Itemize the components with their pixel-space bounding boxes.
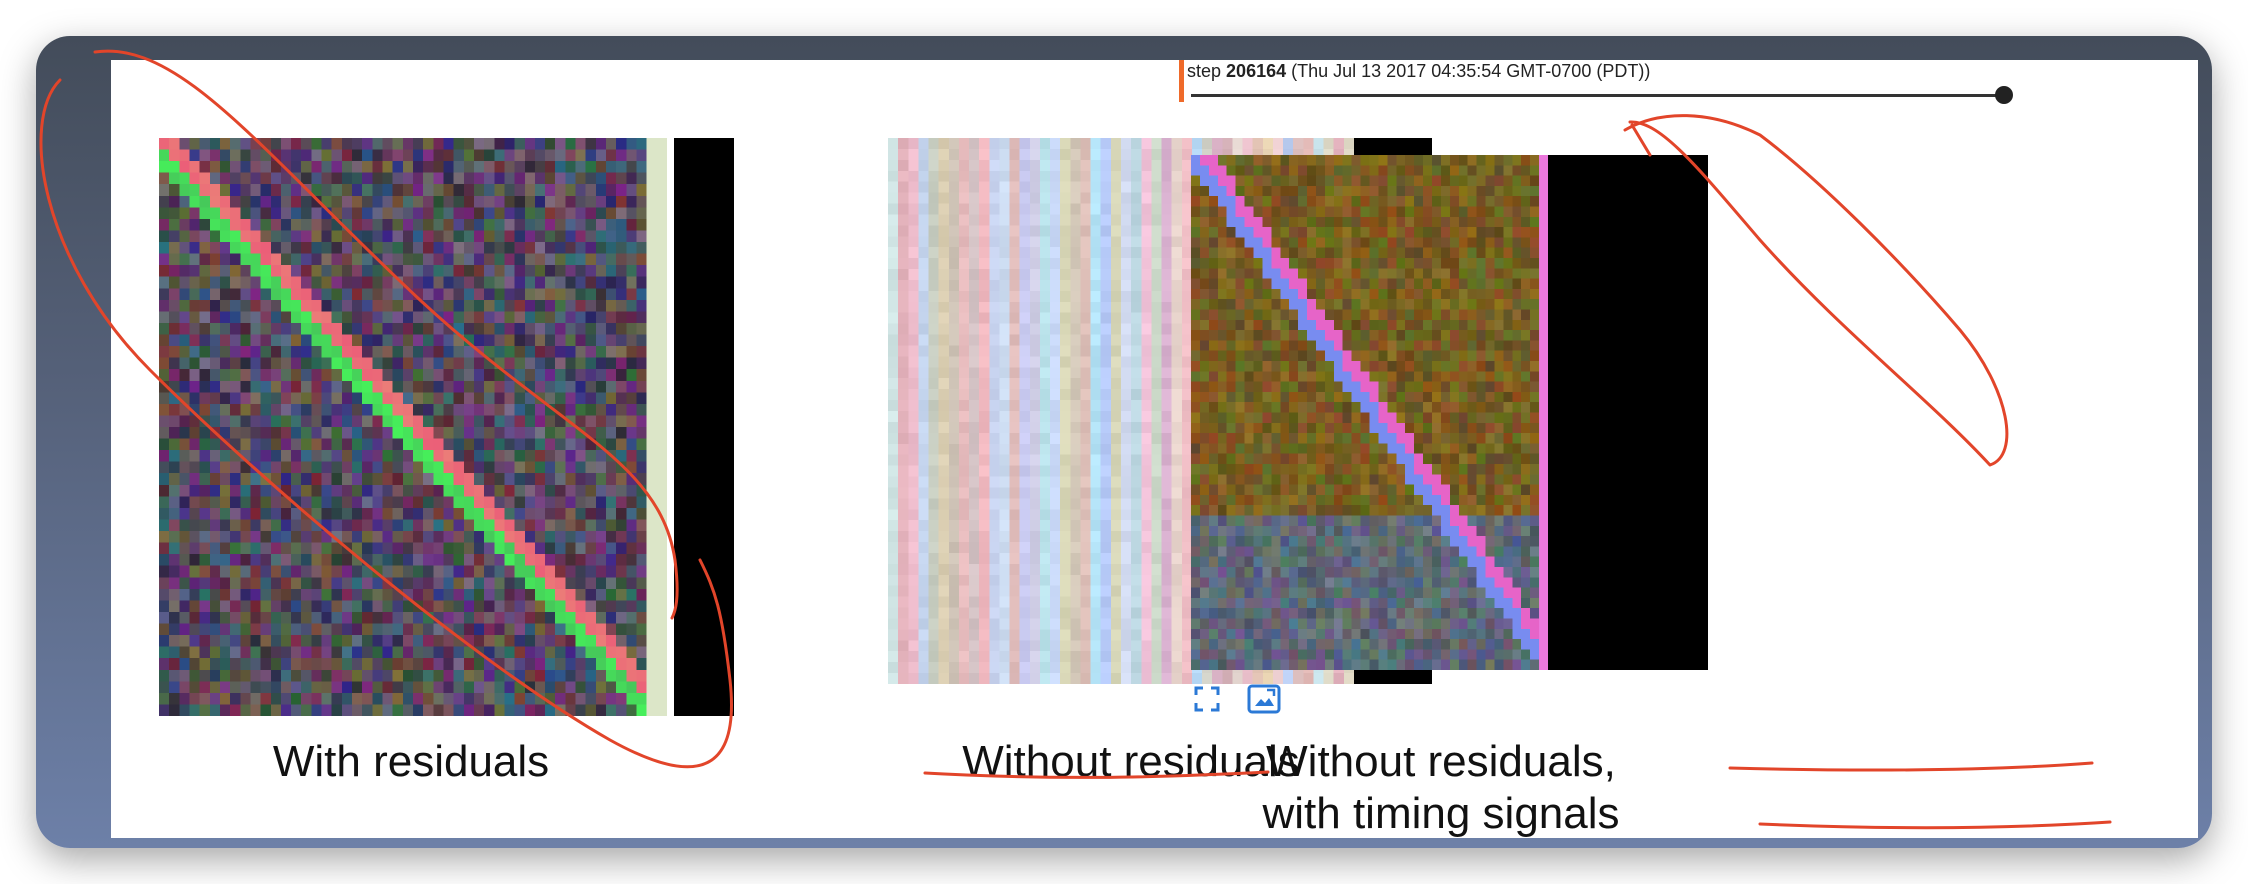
caption-timing-signals-line1: Without residuals, [1266, 737, 1616, 786]
screenshot-window: With residuals Without residuals step 20… [36, 36, 2212, 848]
heatmap-padding-bar [1548, 155, 1708, 670]
slide-content: With residuals Without residuals step 20… [111, 60, 2198, 838]
step-header: step 206164 (Thu Jul 13 2017 04:35:54 GM… [1187, 60, 2027, 82]
fullscreen-icon[interactable] [1194, 686, 1220, 717]
attention-heatmap-with-residuals [159, 138, 667, 716]
step-marker [1179, 60, 1184, 102]
step-value: 206164 [1226, 61, 1287, 81]
caption-timing-signals-line2: with timing signals [1262, 789, 1620, 838]
heatmap-padding-bar [674, 138, 734, 716]
fit-image-icon[interactable] [1247, 684, 1281, 719]
step-slider-knob[interactable] [1995, 86, 2013, 104]
step-label: step [1187, 61, 1222, 81]
step-time: (Thu Jul 13 2017 04:35:54 GMT-0700 (PDT)… [1291, 61, 1651, 81]
attention-heatmap-timing-signals [1191, 155, 1548, 670]
caption-with-residuals: With residuals [272, 737, 550, 786]
step-slider-track[interactable] [1191, 94, 2003, 97]
